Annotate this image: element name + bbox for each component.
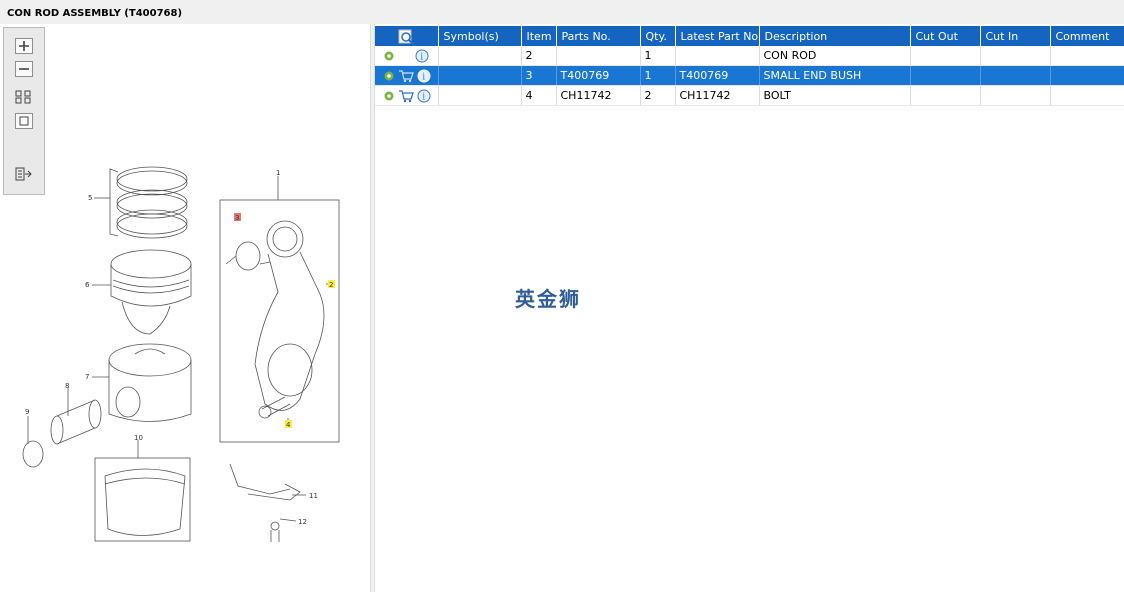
pane-splitter[interactable] (370, 24, 375, 592)
table-row[interactable]: i 4 CH11742 2 CH11742 BOLT (375, 85, 1124, 106)
diagram-toolbar (3, 27, 45, 195)
cell-item: 3 (521, 65, 557, 86)
cell-description: SMALL END BUSH (759, 65, 911, 86)
watermark: 英金狮 (515, 287, 581, 311)
cell-cut-in (980, 46, 1051, 66)
callout-3[interactable]: 3 (235, 214, 239, 222)
cell-item: 2 (521, 46, 557, 66)
fit-icon[interactable] (15, 90, 33, 106)
cell-latest (675, 46, 760, 66)
column-header-symbols[interactable]: Symbol(s) (438, 26, 522, 46)
cell-cut-out (910, 65, 981, 86)
callout-2[interactable]: 2 (329, 281, 333, 289)
grid-header-row: Symbol(s) Item Parts No. Qty. Latest Par… (375, 26, 1124, 46)
export-icon[interactable] (15, 166, 33, 182)
actual-size-icon[interactable] (15, 113, 33, 129)
info-icon[interactable]: i (417, 69, 431, 83)
cell-comment (1050, 85, 1124, 106)
cell-description: CON ROD (759, 46, 911, 66)
cell-description: BOLT (759, 85, 911, 106)
cell-qty: 2 (640, 85, 676, 106)
callout-10[interactable]: 10 (134, 434, 143, 442)
diagram-pane[interactable]: 1 2 3 4 5 6 7 8 9 10 11 12 (0, 24, 371, 592)
cell-qty: 1 (640, 46, 676, 66)
column-header-qty[interactable]: Qty. (640, 26, 676, 46)
filter-search-icon (398, 29, 414, 45)
cell-comment (1050, 46, 1124, 66)
cell-latest: CH11742 (675, 85, 760, 106)
callout-1: 1 (276, 169, 280, 177)
zoom-out-icon[interactable] (15, 61, 33, 77)
title-bar: CON ROD ASSEMBLY (T400768) (0, 0, 1124, 24)
cell-parts-no: T400769 (556, 65, 641, 86)
cell-parts-no: CH11742 (556, 85, 641, 106)
svg-text:i: i (422, 92, 425, 102)
callout-5[interactable]: 5 (88, 194, 92, 202)
callout-4[interactable]: 4 (286, 421, 291, 429)
table-row[interactable]: i 2 1 CON ROD (375, 46, 1124, 66)
svg-text:i: i (420, 52, 423, 62)
cell-cut-out (910, 46, 981, 66)
column-header-cut-in[interactable]: Cut In (980, 26, 1051, 46)
info-icon[interactable]: i (415, 49, 429, 63)
column-header-cut-out[interactable]: Cut Out (910, 26, 981, 46)
cell-parts-no (556, 46, 641, 66)
cell-cut-in (980, 85, 1051, 106)
window-title: CON ROD ASSEMBLY (T400768) (7, 8, 183, 19)
column-header-description[interactable]: Description (759, 26, 911, 46)
gear-icon[interactable] (383, 90, 395, 102)
cell-latest: T400769 (675, 65, 760, 86)
callout-6[interactable]: 6 (85, 281, 90, 289)
cell-cut-out (910, 85, 981, 106)
column-header-latest-part-no[interactable]: Latest Part No. (675, 26, 760, 46)
callout-9[interactable]: 9 (25, 408, 29, 416)
cart-icon[interactable] (398, 69, 414, 83)
cell-item: 4 (521, 85, 557, 106)
column-header-parts-no[interactable]: Parts No. (556, 26, 641, 46)
parts-grid: Symbol(s) Item Parts No. Qty. Latest Par… (375, 26, 1124, 106)
svg-text:i: i (422, 72, 425, 82)
cell-comment (1050, 65, 1124, 86)
callout-7[interactable]: 7 (85, 373, 89, 381)
cart-icon[interactable] (398, 89, 414, 103)
column-header-comment[interactable]: Comment (1050, 26, 1124, 46)
column-header-filter[interactable] (375, 26, 439, 46)
callout-12[interactable]: 12 (298, 518, 307, 526)
table-row-selected[interactable]: i 3 T400769 1 T400769 SMALL END BUSH (375, 65, 1124, 86)
callout-11[interactable]: 11 (309, 492, 318, 500)
gear-icon[interactable] (383, 70, 395, 82)
callout-8[interactable]: 8 (65, 382, 69, 390)
cell-cut-in (980, 65, 1051, 86)
info-icon[interactable]: i (417, 89, 431, 103)
column-header-item[interactable]: Item (521, 26, 557, 46)
gear-icon[interactable] (383, 50, 395, 62)
zoom-in-icon[interactable] (15, 38, 33, 54)
cell-qty: 1 (640, 65, 676, 86)
exploded-diagram: 1 2 3 4 5 6 7 8 9 10 11 12 (22, 166, 340, 542)
